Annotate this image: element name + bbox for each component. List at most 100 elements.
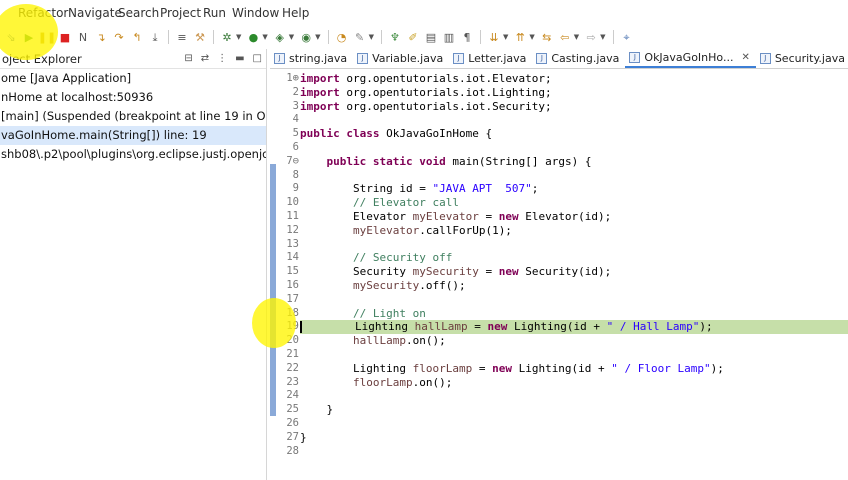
- tree-item-vm[interactable]: nHome at localhost:50936: [0, 88, 266, 107]
- back-icon[interactable]: ⇦: [558, 30, 572, 44]
- code-line[interactable]: // Security off: [300, 251, 848, 265]
- pin-editor-icon[interactable]: ⌖: [620, 30, 634, 44]
- menu-search[interactable]: Search: [118, 6, 159, 20]
- code-line[interactable]: Security mySecurity = new Security(id);: [300, 265, 848, 279]
- code-line[interactable]: [300, 293, 848, 307]
- menu-window[interactable]: Window: [232, 6, 279, 20]
- next-annotation-icon[interactable]: ⇊: [487, 30, 501, 44]
- code-line[interactable]: // Elevator call: [300, 196, 848, 210]
- show-whitespace-icon[interactable]: ▤: [424, 30, 438, 44]
- code-line[interactable]: [300, 445, 848, 459]
- code-line[interactable]: [300, 238, 848, 252]
- maximize-icon[interactable]: □: [253, 53, 262, 64]
- new-java-project-icon[interactable]: ◔: [335, 30, 349, 44]
- current-line[interactable]: Lighting hallLamp = new Lighting(id + " …: [300, 320, 848, 335]
- terminate-icon[interactable]: ■: [58, 30, 72, 44]
- toolbar-separator: [327, 30, 329, 44]
- code-line[interactable]: myElevator.callForUp(1);: [300, 224, 848, 238]
- code-line[interactable]: [300, 113, 848, 127]
- code-line[interactable]: [300, 417, 848, 431]
- tree-item-process[interactable]: shb08\.p2\pool\plugins\org.eclipse.justj…: [0, 145, 266, 164]
- coverage-icon[interactable]: ◈: [273, 30, 287, 44]
- word-wrap-icon[interactable]: ▥: [442, 30, 456, 44]
- use-step-filters-icon[interactable]: ≡: [175, 30, 189, 44]
- menu-help[interactable]: Help: [282, 6, 309, 20]
- code-line[interactable]: mySecurity.off();: [300, 279, 848, 293]
- collapse-all-icon[interactable]: ⊟: [184, 53, 192, 64]
- chevron-down-icon[interactable]: ▼: [369, 33, 374, 41]
- tab-string-java[interactable]: Jstring.java: [270, 49, 353, 68]
- code-line[interactable]: Lighting floorLamp = new Lighting(id + "…: [300, 362, 848, 376]
- step-over-icon[interactable]: ↷: [112, 30, 126, 44]
- menu-run[interactable]: Run: [203, 6, 226, 20]
- line-number: 16: [286, 278, 299, 291]
- code-line[interactable]: floorLamp.on();: [300, 376, 848, 390]
- chevron-down-icon[interactable]: ▼: [236, 33, 241, 41]
- code-line[interactable]: import org.opentutorials.iot.Security;: [300, 100, 848, 114]
- chevron-down-icon[interactable]: ▼: [529, 33, 534, 41]
- tree-item-stack-frame[interactable]: vaGoInHome.main(String[]) line: 19: [0, 126, 266, 145]
- previous-annotation-icon[interactable]: ⇈: [513, 30, 527, 44]
- tree-item-thread[interactable]: [main] (Suspended (breakpoint at line 19…: [0, 107, 266, 126]
- code-token: Security: [300, 265, 413, 279]
- code-line[interactable]: [300, 141, 848, 155]
- chevron-down-icon[interactable]: ▼: [503, 33, 508, 41]
- link-with-editor-icon[interactable]: ⇄: [201, 53, 209, 64]
- tree-item-application[interactable]: ome [Java Application]: [0, 69, 266, 88]
- tab-security-java[interactable]: J Security.java: [756, 49, 848, 68]
- code-line[interactable]: [300, 169, 848, 183]
- line-number: 3: [292, 99, 299, 112]
- code-editor[interactable]: 1⊕234567⊖8910111213141516171819202122232…: [270, 70, 848, 480]
- tab-label: OkJavaGoInHo...: [644, 50, 734, 64]
- code-line[interactable]: }: [300, 431, 848, 445]
- code-token: ;: [531, 182, 539, 196]
- menu-navigate[interactable]: Navigate: [68, 6, 122, 20]
- code-line[interactable]: import org.opentutorials.iot.Elevator;: [300, 72, 848, 86]
- chevron-down-icon[interactable]: ▼: [600, 33, 605, 41]
- view-menu-icon[interactable]: ⋮: [217, 53, 227, 64]
- last-edit-location-icon[interactable]: ⇆: [540, 30, 554, 44]
- chevron-down-icon[interactable]: ▼: [289, 33, 294, 41]
- code-line[interactable]: // Light on: [300, 307, 848, 321]
- tab-letter-java[interactable]: J Letter.java: [449, 49, 532, 68]
- minimize-icon[interactable]: ▬: [235, 53, 244, 64]
- code-line[interactable]: Elevator myElevator = new Elevator(id);: [300, 210, 848, 224]
- run-icon[interactable]: ●: [246, 30, 260, 44]
- pilcrow-icon[interactable]: ¶: [460, 30, 474, 44]
- external-run-icon[interactable]: ⚒: [193, 30, 207, 44]
- tab-casting-java[interactable]: J Casting.java: [532, 49, 625, 68]
- project-explorer-panel: oject Explorer ⊟ ⇄ ⋮ ▬ □ ome [Java Appli…: [0, 49, 267, 480]
- code-line[interactable]: import org.opentutorials.iot.Lighting;: [300, 86, 848, 100]
- tab-okjavagoinhome-java[interactable]: J OkJavaGoInHo... ✕: [625, 49, 756, 68]
- chevron-down-icon[interactable]: ▼: [574, 33, 579, 41]
- code-line[interactable]: [300, 348, 848, 362]
- tab-variable-java[interactable]: J Variable.java: [353, 49, 449, 68]
- menu-project[interactable]: Project: [160, 6, 201, 20]
- disconnect-icon[interactable]: N: [76, 30, 90, 44]
- code-line[interactable]: public class OkJavaGoInHome {: [300, 127, 848, 141]
- code-token: Lighting(id +: [507, 320, 607, 334]
- chevron-down-icon[interactable]: ▼: [315, 33, 320, 41]
- toggle-mark-occurrences-icon[interactable]: ♆: [388, 30, 402, 44]
- debug-icon[interactable]: ✲: [220, 30, 234, 44]
- line-number: 8: [292, 168, 299, 181]
- code-line[interactable]: String id = "JAVA APT 507";: [300, 182, 848, 196]
- chevron-down-icon[interactable]: ▼: [262, 33, 267, 41]
- code-line[interactable]: public static void main(String[] args) {: [300, 155, 848, 169]
- variable-token: hallLamp: [414, 320, 468, 334]
- close-icon[interactable]: ✕: [741, 52, 749, 63]
- code-line[interactable]: hallLamp.on();: [300, 334, 848, 348]
- toggle-block-selection-icon[interactable]: ✐: [406, 30, 420, 44]
- forward-icon[interactable]: ⇨: [584, 30, 598, 44]
- code-token: =: [467, 320, 488, 334]
- open-type-icon[interactable]: ✎: [353, 30, 367, 44]
- code-token: org.opentutorials.iot.Security;: [339, 99, 552, 113]
- external-tools-icon[interactable]: ◉: [299, 30, 313, 44]
- code-area[interactable]: import org.opentutorials.iot.Elevator; im…: [300, 72, 848, 458]
- code-line[interactable]: [300, 389, 848, 403]
- code-line[interactable]: }: [300, 403, 848, 417]
- step-into-icon[interactable]: ↴: [94, 30, 108, 44]
- drop-to-frame-icon[interactable]: ⤓: [148, 30, 162, 44]
- step-return-icon[interactable]: ↰: [130, 30, 144, 44]
